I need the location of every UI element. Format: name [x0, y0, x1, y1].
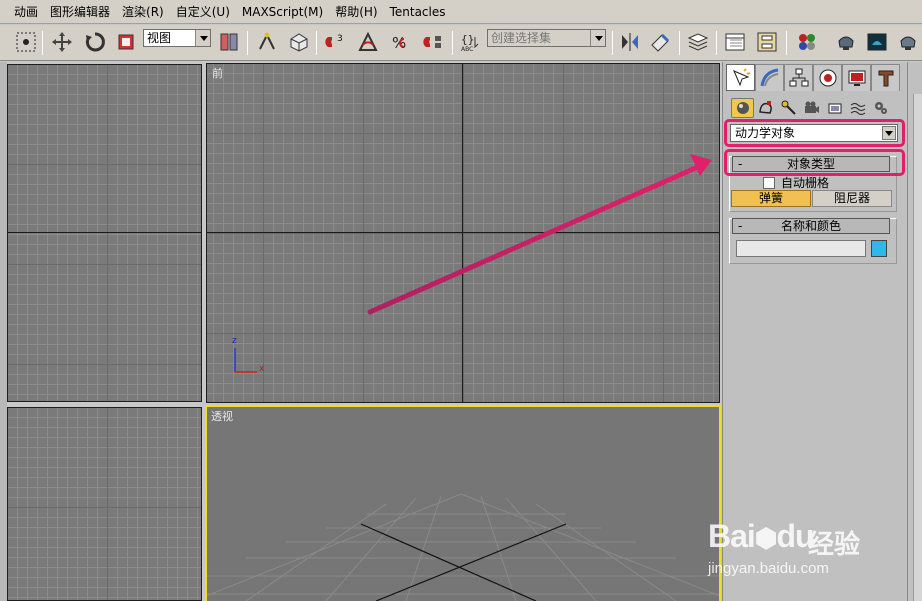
auto-grid-row: 自动栅格 [763, 174, 829, 191]
space-warps-icon [850, 103, 865, 115]
svg-text:{}: {} [461, 33, 474, 46]
watermark-url: jingyan.baidu.com [708, 560, 829, 577]
menu-graph-editors[interactable]: 图形编辑器 [44, 0, 116, 24]
menu-customize[interactable]: 自定义(U) [170, 0, 236, 24]
highlight-object-type-header [724, 149, 905, 176]
move-icon[interactable] [50, 30, 74, 54]
lights-icon [781, 100, 796, 115]
quick-render-icon[interactable] [896, 30, 920, 54]
geometry-subtab[interactable] [731, 98, 754, 118]
align-icon[interactable] [648, 30, 672, 54]
motion-tab[interactable] [813, 64, 842, 91]
percent-snap-icon[interactable]: % [389, 30, 413, 54]
watermark-cn: 经验 [808, 530, 861, 560]
display-icon [848, 70, 865, 86]
mirror-icon[interactable] [618, 30, 642, 54]
main-toolbar: 视图 3 % {} ABC 创建选择集 [0, 25, 922, 61]
auto-grid-checkbox[interactable] [763, 176, 775, 189]
highlight-category-dropdown [724, 119, 905, 147]
display-tab[interactable] [842, 64, 871, 91]
curve-editor-icon[interactable] [723, 30, 747, 54]
left-edge-strip [0, 62, 7, 601]
menu-tentacles[interactable]: Tentacles [384, 0, 452, 24]
damper-button[interactable]: 阻尼器 [812, 190, 892, 207]
create-tab[interactable] [726, 64, 755, 91]
auto-grid-label: 自动栅格 [781, 176, 830, 190]
systems-subtab[interactable] [869, 98, 892, 118]
chevron-down-icon [590, 30, 605, 46]
create-subtabs [731, 98, 892, 118]
rotate-icon[interactable] [83, 30, 107, 54]
paw-icon: ⬢ [754, 523, 778, 553]
material-editor-icon[interactable] [795, 30, 819, 54]
hierarchy-icon [789, 68, 808, 87]
menu-rendering[interactable]: 渲染(R) [116, 0, 170, 24]
modify-icon [760, 68, 778, 87]
select-icon[interactable] [14, 30, 38, 54]
space-warps-subtab[interactable] [846, 98, 869, 118]
spinner-snap-icon[interactable] [421, 30, 445, 54]
watermark-brand-bai: Bai [708, 518, 756, 554]
utilities-icon [878, 70, 893, 87]
object-color-swatch[interactable] [871, 240, 887, 257]
geometry-icon [736, 102, 749, 114]
viewport-perspective-active-frame [205, 405, 721, 601]
render-setup-icon[interactable] [834, 30, 858, 54]
lights-subtab[interactable] [777, 98, 800, 118]
helpers-subtab[interactable] [823, 98, 846, 118]
baidu-jingyan-watermark: Bai⬢du 经验 jingyan.baidu.com [704, 500, 874, 590]
cameras-icon [804, 101, 819, 113]
chevron-down-icon [195, 30, 210, 46]
shapes-subtab[interactable] [754, 98, 777, 118]
collapse-icon: - [738, 219, 743, 233]
manipulate-icon[interactable] [255, 30, 279, 54]
menu-maxscript[interactable]: MAXScript(M) [236, 0, 329, 24]
reference-coordinate-combo[interactable]: 视图 [143, 29, 211, 47]
snap-icon[interactable]: 3 [323, 30, 347, 54]
viewport-top-left-frame [7, 64, 202, 402]
menu-animation[interactable]: 动画 [8, 0, 44, 24]
spring-button[interactable]: 弹簧 [731, 190, 811, 207]
edit-named-selection-icon[interactable]: {} ABC [459, 30, 483, 54]
reference-coordinate-value: 视图 [147, 31, 172, 45]
cameras-subtab[interactable] [800, 98, 823, 118]
svg-text:ABC: ABC [461, 46, 473, 53]
named-selection-set-placeholder: 创建选择集 [491, 31, 552, 45]
hierarchy-tab[interactable] [784, 64, 813, 91]
scale-icon[interactable] [114, 30, 138, 54]
viewport-front-frame [206, 63, 720, 403]
right-edge-strip [907, 62, 922, 601]
pivot-icon[interactable] [217, 30, 241, 54]
helpers-icon [828, 103, 841, 114]
name-color-title: 名称和颜色 [780, 219, 841, 233]
scroll-strip[interactable] [913, 94, 922, 601]
schematic-view-icon[interactable] [755, 30, 779, 54]
rendered-frame-icon[interactable] [865, 30, 889, 54]
watermark-brand: Bai⬢du [708, 518, 815, 555]
modify-tab[interactable] [755, 64, 784, 91]
systems-icon [874, 102, 887, 114]
utilities-tab[interactable] [871, 64, 900, 91]
keyboard-shortcut-icon[interactable] [287, 30, 311, 54]
named-selection-set-combo[interactable]: 创建选择集 [487, 29, 606, 47]
object-name-field[interactable] [736, 240, 866, 257]
menu-help[interactable]: 帮助(H) [329, 0, 383, 24]
name-color-rollout-header[interactable]: - 名称和颜色 [732, 218, 890, 234]
svg-text:3: 3 [337, 34, 343, 44]
shapes-icon [758, 101, 772, 114]
create-icon [732, 67, 750, 86]
menu-bar: 动画 图形编辑器 渲染(R) 自定义(U) MAXScript(M) 帮助(H)… [0, 0, 922, 24]
layer-manager-icon[interactable] [686, 30, 710, 54]
viewport-bottom-left-frame [7, 407, 202, 601]
command-panel-tabs [726, 64, 900, 92]
angle-snap-icon[interactable] [356, 30, 380, 54]
motion-icon [819, 69, 836, 87]
